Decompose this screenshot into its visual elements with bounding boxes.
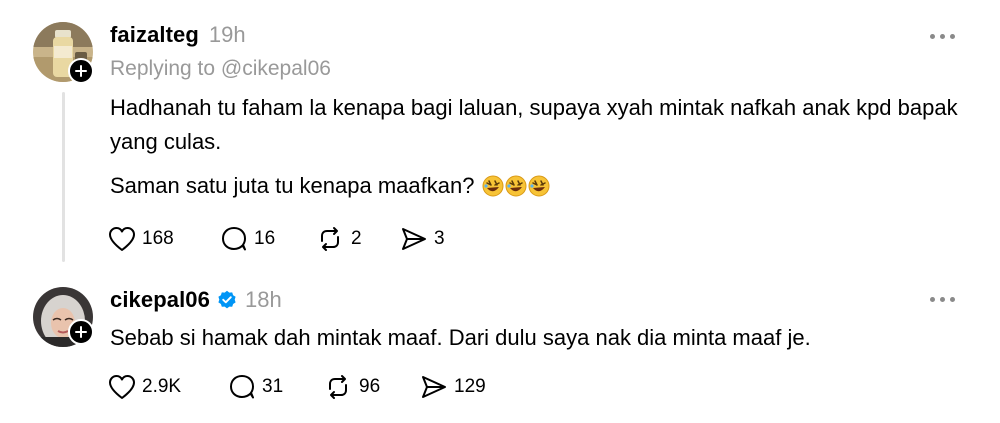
more-options-button[interactable] [930, 293, 960, 305]
more-dot-icon [940, 33, 945, 39]
timestamp[interactable]: 18h [245, 287, 282, 313]
send-icon [402, 228, 426, 250]
reply-count: 16 [254, 228, 276, 249]
more-dot-icon [950, 296, 955, 302]
share-button[interactable]: 3 [400, 226, 445, 252]
more-dot-icon [930, 296, 935, 302]
like-count: 2.9K [142, 376, 182, 397]
post-actions: 168 16 2 3 [108, 226, 445, 252]
like-button[interactable]: 168 [108, 226, 220, 252]
more-options-button[interactable] [930, 30, 960, 42]
share-button[interactable]: 129 [420, 374, 486, 400]
post-header: cikepal06 18h [110, 287, 282, 313]
share-count: 3 [434, 228, 445, 249]
post-header: faizalteg 19h [110, 22, 246, 48]
repost-count: 96 [359, 376, 381, 397]
share-count: 129 [454, 376, 486, 397]
verified-badge-icon [218, 290, 236, 309]
username[interactable]: faizalteg [110, 22, 199, 48]
emoji-group [482, 175, 550, 197]
replying-to[interactable]: Replying to @cikepal06 [110, 57, 331, 81]
post-text-line-2: Saman satu juta tu kenapa maafkan? [110, 169, 970, 203]
like-count: 168 [142, 228, 174, 249]
reply-count: 31 [262, 376, 284, 397]
username[interactable]: cikepal06 [110, 287, 210, 313]
heart-icon [109, 375, 135, 399]
timestamp[interactable]: 19h [209, 22, 246, 48]
more-dot-icon [950, 33, 955, 39]
reply-button[interactable]: 31 [228, 374, 323, 400]
send-icon [422, 376, 446, 398]
repost-button[interactable]: 2 [315, 226, 400, 252]
repost-icon [321, 227, 339, 251]
repost-icon [329, 375, 347, 399]
post-actions: 2.9K 31 96 129 [108, 374, 486, 400]
repost-button[interactable]: 96 [323, 374, 420, 400]
comment-bubble-icon [230, 375, 254, 399]
follow-plus-icon[interactable] [68, 58, 94, 84]
rolling-on-floor-laughing-emoji-icon [505, 175, 527, 197]
heart-icon [109, 227, 135, 251]
follow-plus-icon[interactable] [68, 319, 94, 345]
post-text: Hadhanah tu faham la kenapa bagi laluan,… [110, 95, 958, 154]
rolling-on-floor-laughing-emoji-icon [482, 175, 504, 197]
repost-count: 2 [351, 228, 362, 249]
thread-line [62, 92, 65, 262]
rolling-on-floor-laughing-emoji-icon [528, 175, 550, 197]
comment-bubble-icon [222, 227, 246, 251]
post-text: Sebab si hamak dah mintak maaf. Dari dul… [110, 325, 811, 350]
post-cikepal06: cikepal06 18h Sebab si hamak dah mintak … [0, 270, 1000, 423]
more-dot-icon [930, 33, 935, 39]
more-dot-icon [940, 296, 945, 302]
like-button[interactable]: 2.9K [108, 374, 228, 400]
post-text: Saman satu juta tu kenapa maafkan? [110, 173, 475, 198]
reply-button[interactable]: 16 [220, 226, 315, 252]
post-faizalteg: faizalteg 19h Replying to @cikepal06 Had… [0, 0, 1000, 270]
